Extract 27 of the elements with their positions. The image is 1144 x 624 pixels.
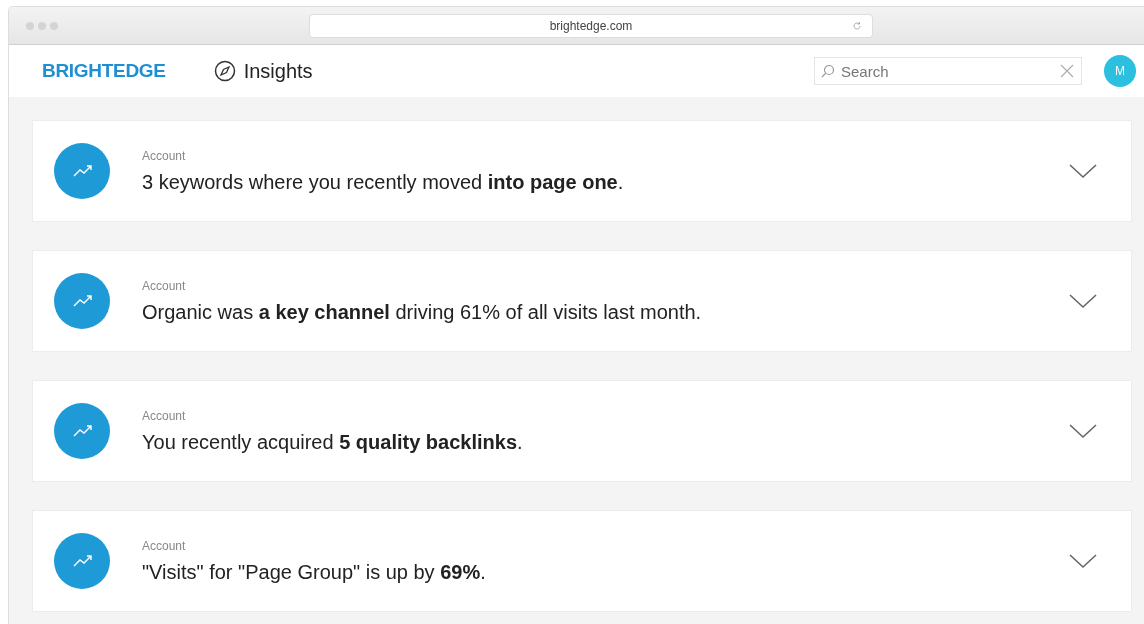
insight-text: Organic was a key channel driving 61% of all visits last month. [142, 300, 703, 324]
category-label: Account [142, 148, 187, 163]
chevron-down-icon[interactable] [1069, 553, 1097, 569]
insight-card[interactable]: Account Organic was a key channel driving 61% of all visits last month. [32, 250, 1132, 352]
category-label: Account [142, 278, 187, 293]
url-text: brightedge.com [549, 18, 633, 33]
insight-text: "Visits" for "Page Group" is up by 69%. [142, 560, 487, 584]
address-bar[interactable]: brightedge.com [309, 13, 873, 38]
trend-up-icon [54, 143, 110, 199]
chevron-down-icon[interactable] [1069, 423, 1097, 439]
page-title: Insights [243, 59, 313, 83]
trend-up-icon [54, 533, 110, 589]
trend-up-icon [54, 403, 110, 459]
category-label: Account [142, 408, 187, 423]
insight-text: You recently acquired 5 quality backlinks. [142, 430, 524, 454]
insight-card[interactable]: Account "Visits" for "Page Group" is up by 69%. [32, 510, 1132, 612]
insight-text: 3 keywords where you recently moved into page one. [142, 170, 625, 194]
chevron-down-icon[interactable] [1069, 163, 1097, 179]
compass-icon [213, 60, 236, 82]
brand-logo[interactable]: BRIGHTEDGE [42, 60, 166, 82]
trend-up-icon [54, 273, 110, 329]
insight-card[interactable]: Account You recently acquired 5 quality backlinks. [32, 380, 1132, 482]
search-field[interactable]: Search [814, 57, 1082, 85]
chevron-down-icon[interactable] [1069, 293, 1097, 309]
search-icon [821, 64, 835, 78]
insight-card[interactable]: Account 3 keywords where you recently moved into page one. [32, 120, 1132, 222]
category-label: Account [142, 538, 187, 553]
